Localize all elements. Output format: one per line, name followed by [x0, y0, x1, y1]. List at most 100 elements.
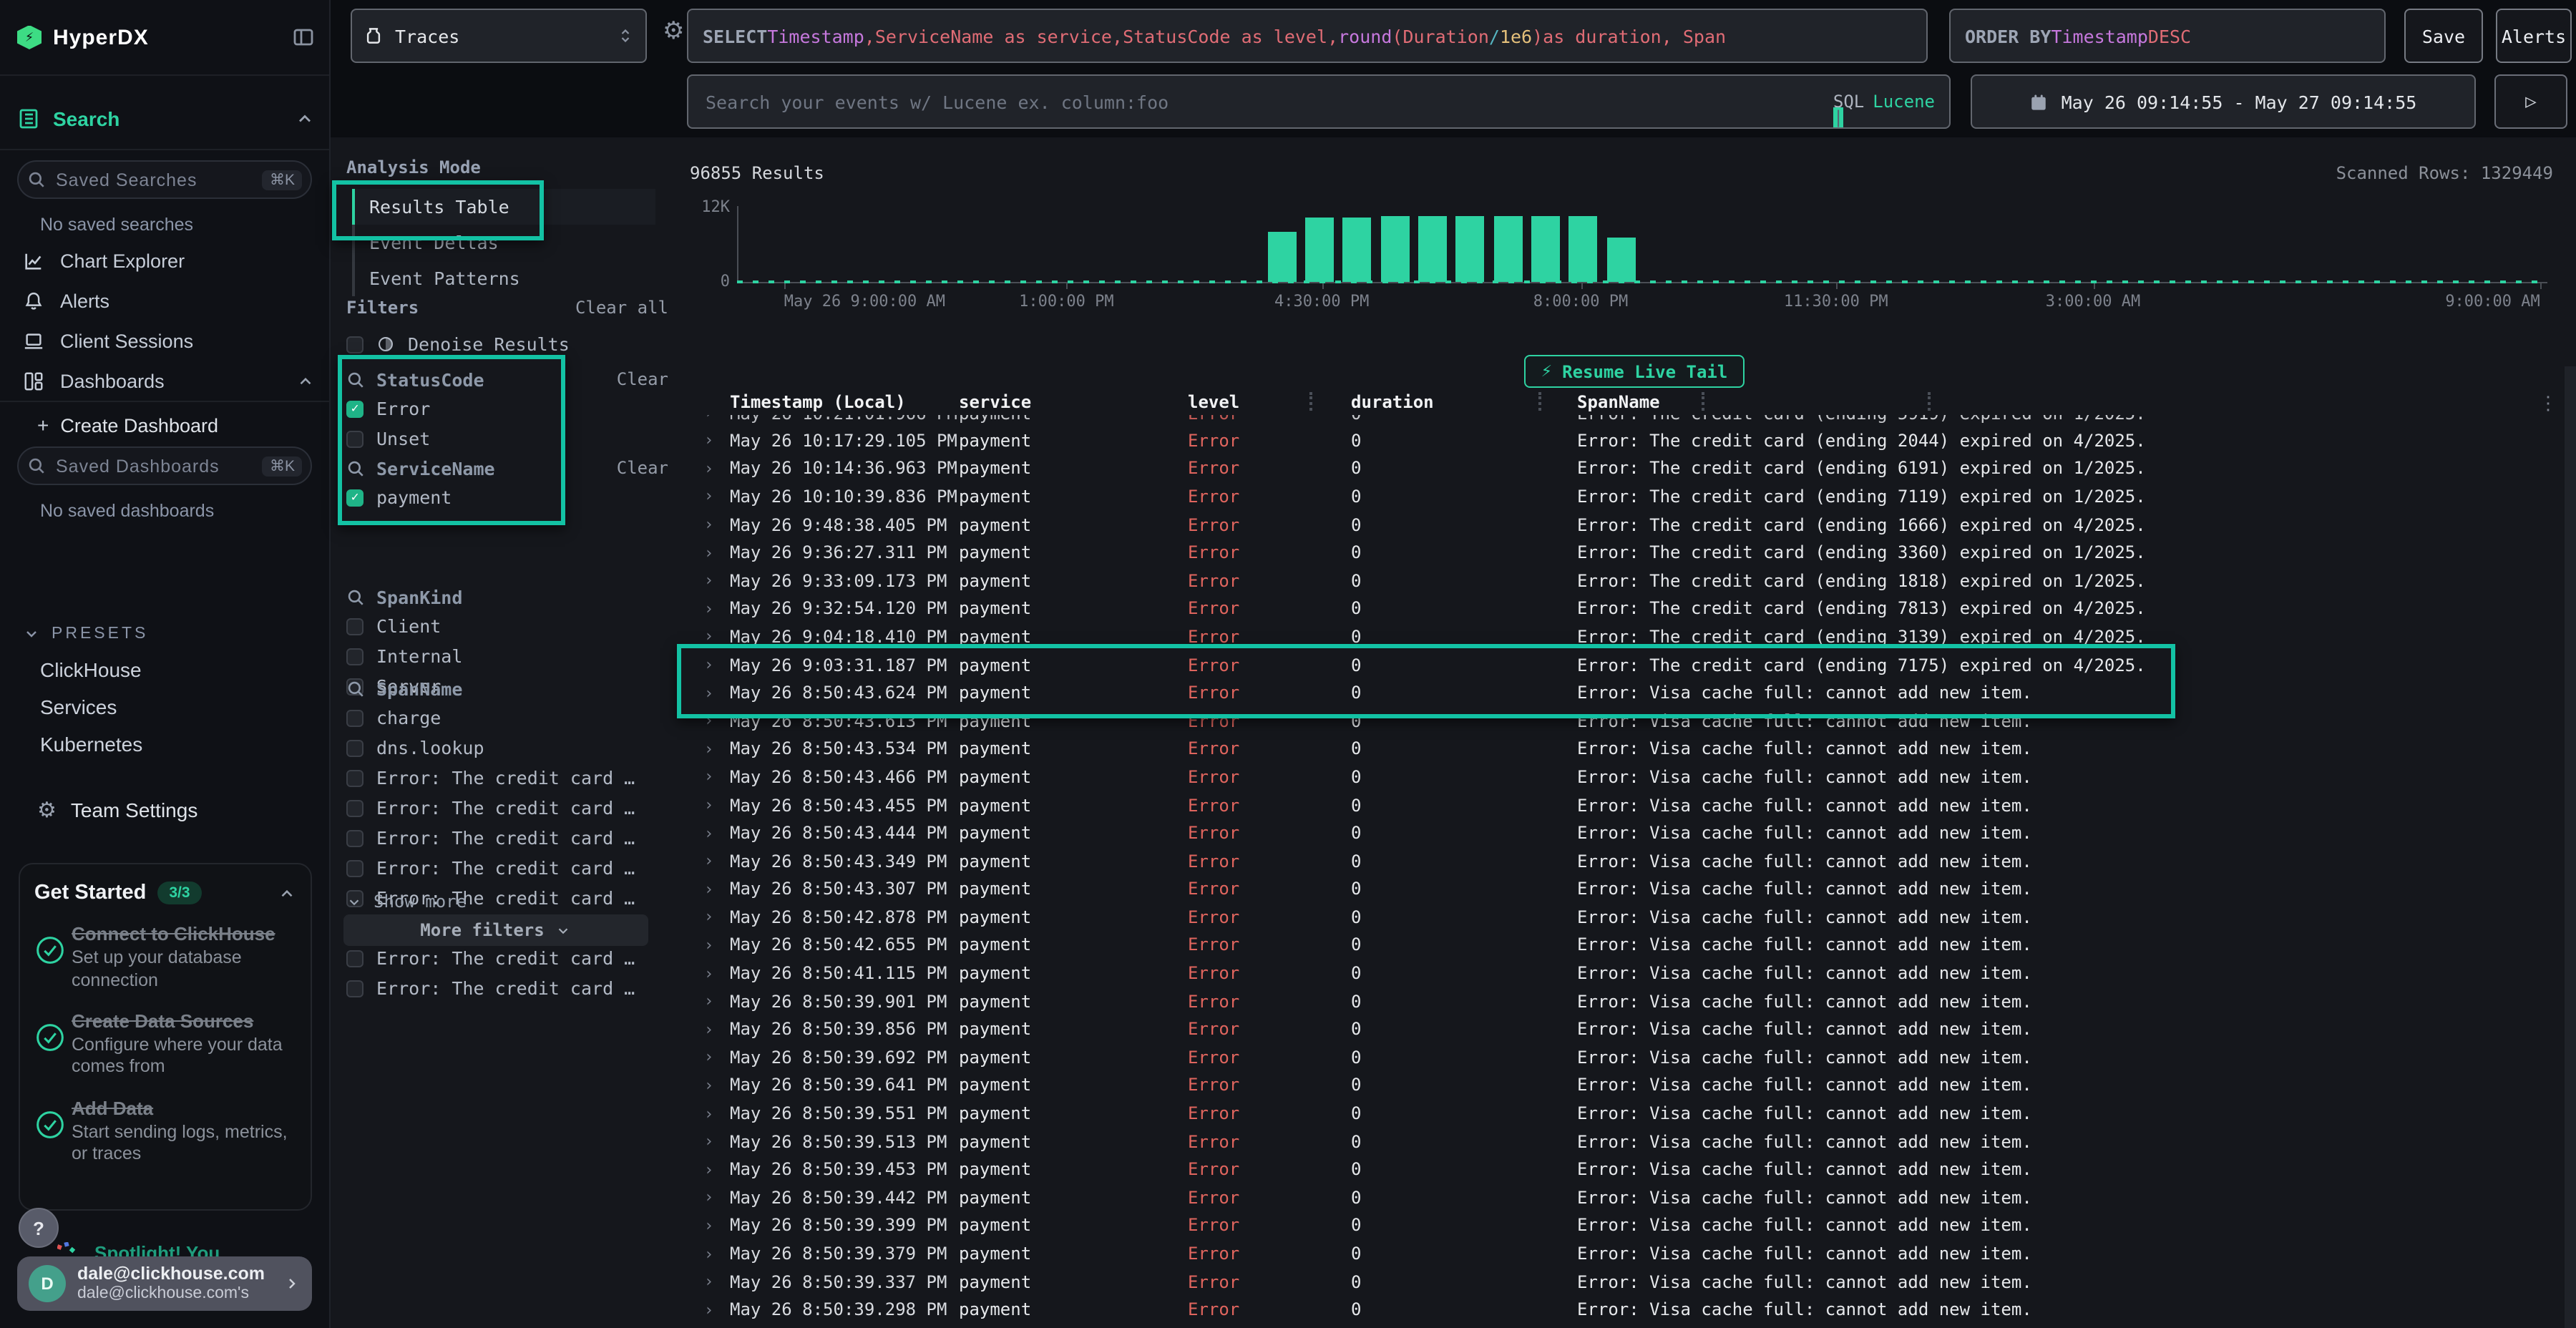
histogram-bar[interactable] [1568, 216, 1597, 282]
get-started-item[interactable]: Add DataStart sending logs, metrics, or … [34, 1097, 296, 1166]
row-expand-icon[interactable]: › [704, 768, 730, 786]
histogram-bar[interactable] [1606, 237, 1635, 282]
sidebar-item-search[interactable]: Search [17, 103, 315, 135]
filter-option-error-the-credit-card[interactable]: Error: The credit card … [346, 943, 654, 973]
preset-item-services[interactable]: Services [0, 688, 329, 726]
table-row[interactable]: ›May 26 8:50:43.349 PMpaymentError0Error… [680, 847, 2562, 875]
table-row[interactable]: ›May 26 10:14:36.963 PMpaymentError0Erro… [680, 454, 2562, 482]
filter-option-error-the-credit-card[interactable]: Error: The credit card … [346, 853, 654, 883]
row-expand-icon[interactable]: › [704, 740, 730, 758]
chevron-up-icon[interactable] [295, 109, 315, 129]
table-row[interactable]: ›May 26 9:36:27.311 PMpaymentError0Error… [680, 539, 2562, 567]
row-expand-icon[interactable]: › [704, 796, 730, 814]
table-row[interactable]: ›May 26 8:50:39.641 PMpaymentError0Error… [680, 1071, 2562, 1099]
table-row[interactable]: ›May 26 8:50:41.115 PMpaymentError0Error… [680, 960, 2562, 987]
row-expand-icon[interactable]: › [704, 683, 730, 702]
more-filters-button[interactable]: More filters [343, 914, 648, 946]
table-row[interactable]: ›May 26 8:50:43.534 PMpaymentError0Error… [680, 735, 2562, 763]
filter-option-charge[interactable]: charge [346, 703, 654, 733]
row-expand-icon[interactable]: › [704, 415, 730, 423]
row-expand-icon[interactable]: › [704, 1132, 730, 1151]
create-dashboard-button[interactable]: + Create Dashboard [37, 414, 218, 436]
row-expand-icon[interactable]: › [704, 1160, 730, 1178]
row-expand-icon[interactable]: › [704, 572, 730, 590]
column-header-level[interactable]: level [1188, 392, 1351, 412]
filter-option-error-the-credit-card[interactable]: Error: The credit card … [346, 763, 654, 793]
sidebar-item-dashboards[interactable]: Dashboards [0, 361, 329, 401]
search-input[interactable] [703, 89, 1833, 114]
row-expand-icon[interactable]: › [704, 1076, 730, 1095]
checkbox-unchecked[interactable] [346, 336, 364, 353]
denoise-checkbox[interactable]: Denoise Results [346, 329, 654, 359]
table-options-icon[interactable]: ⋮ [2539, 394, 2557, 415]
row-expand-icon[interactable]: › [704, 1020, 730, 1039]
filter-option-internal[interactable]: Internal [346, 641, 654, 671]
row-expand-icon[interactable]: › [704, 487, 730, 506]
help-button[interactable]: ? [19, 1208, 59, 1248]
preset-item-clickhouse[interactable]: ClickHouse [0, 651, 329, 688]
row-expand-icon[interactable]: › [704, 543, 730, 562]
clear-filter-link[interactable]: Clear [617, 458, 668, 478]
row-expand-icon[interactable]: › [704, 1188, 730, 1207]
table-row[interactable]: ›May 26 8:50:39.379 PMpaymentError0Error… [680, 1239, 2562, 1267]
row-expand-icon[interactable]: › [704, 1244, 730, 1263]
analysis-mode-event-patterns[interactable]: Event Patterns [355, 260, 655, 296]
alerts-button[interactable]: Alerts [2496, 9, 2572, 63]
row-expand-icon[interactable]: › [704, 600, 730, 618]
table-row[interactable]: ›May 26 8:50:39.513 PMpaymentError0Error… [680, 1128, 2562, 1156]
column-header-timestamp-local[interactable]: Timestamp (Local) [730, 392, 959, 412]
lang-lucene[interactable]: Lucene [1873, 92, 1935, 112]
table-row[interactable]: ›May 26 8:50:42.878 PMpaymentError0Error… [680, 903, 2562, 931]
checkbox-unchecked[interactable] [346, 980, 364, 997]
column-header-service[interactable]: service [959, 392, 1188, 412]
checkbox-unchecked[interactable] [346, 859, 364, 877]
table-row[interactable]: ›May 26 8:50:39.856 PMpaymentError0Error… [680, 1015, 2562, 1043]
table-row[interactable]: ›May 26 8:50:43.613 PMpaymentError0Error… [680, 707, 2562, 735]
checkbox-unchecked[interactable] [346, 829, 364, 846]
saved-searches-input[interactable]: Saved Searches ⌘K [17, 160, 312, 199]
filter-option-error-the-credit-card[interactable]: Error: The credit card … [346, 823, 654, 853]
checkbox-unchecked[interactable] [346, 709, 364, 726]
column-resize-handle[interactable] [1538, 392, 1541, 411]
source-select[interactable]: Traces [351, 9, 647, 63]
histogram-bar[interactable] [1343, 218, 1372, 282]
column-header-spanname[interactable]: SpanName [1577, 392, 2562, 412]
sidebar-item-alerts[interactable]: Alerts [0, 280, 329, 321]
checkbox-unchecked[interactable] [346, 430, 364, 447]
filter-option-error[interactable]: ✓Error [346, 394, 654, 424]
row-expand-icon[interactable]: › [704, 992, 730, 1010]
filter-option-client[interactable]: Client [346, 611, 654, 641]
table-row[interactable]: ›May 26 9:04:18.410 PMpaymentError0Error… [680, 622, 2562, 650]
histogram-bar[interactable] [1455, 215, 1484, 282]
table-row[interactable]: ›May 26 10:21:01.966 PMpaymentError0Erro… [680, 415, 2562, 426]
table-row[interactable]: ›May 26 10:17:29.105 PMpaymentError0Erro… [680, 426, 2562, 454]
source-settings-gear-icon[interactable]: ⚙ [663, 20, 685, 44]
filter-option-payment[interactable]: ✓payment [346, 482, 654, 512]
checkbox-unchecked[interactable] [346, 799, 364, 816]
histogram-bar[interactable] [1531, 215, 1560, 282]
row-expand-icon[interactable]: › [704, 908, 730, 927]
column-resize-handle[interactable] [1702, 392, 1704, 411]
table-row[interactable]: ›May 26 8:50:39.337 PMpaymentError0Error… [680, 1268, 2562, 1296]
checkbox-unchecked[interactable] [346, 617, 364, 635]
filter-option-error-the-credit-card[interactable]: Error: The credit card … [346, 973, 654, 1003]
table-row[interactable]: ›May 26 9:03:31.187 PMpaymentError0Error… [680, 651, 2562, 679]
search-icon[interactable] [346, 459, 365, 478]
filter-option-dns-lookup[interactable]: dns.lookup [346, 733, 654, 763]
table-row[interactable]: ›May 26 9:48:38.405 PMpaymentError0Error… [680, 511, 2562, 539]
row-expand-icon[interactable]: › [704, 936, 730, 954]
date-range-picker[interactable]: May 26 09:14:55 - May 27 09:14:55 [1971, 74, 2476, 129]
get-started-item[interactable]: Create Data SourcesConfigure where your … [34, 1010, 296, 1079]
row-expand-icon[interactable]: › [704, 1272, 730, 1291]
table-row[interactable]: ›May 26 8:50:43.455 PMpaymentError0Error… [680, 791, 2562, 819]
histogram-bar[interactable] [1493, 216, 1522, 282]
order-by-input[interactable]: ORDER BY Timestamp DESC [1949, 9, 2386, 63]
preset-item-kubernetes[interactable]: Kubernetes [0, 726, 329, 763]
analysis-mode-event-deltas[interactable]: Event Deltas [355, 225, 655, 260]
clipped-table-row[interactable]: ›May 26 10:21:01.966 PMpaymentError0Erro… [680, 415, 2562, 426]
run-query-button[interactable]: ▷ [2494, 74, 2567, 129]
checkbox-unchecked[interactable] [346, 739, 364, 756]
column-resize-handle[interactable] [1928, 392, 1931, 411]
scrollbar-track[interactable] [2565, 366, 2576, 1328]
resume-live-tail-button[interactable]: ⚡ Resume Live Tail [1524, 355, 1745, 388]
